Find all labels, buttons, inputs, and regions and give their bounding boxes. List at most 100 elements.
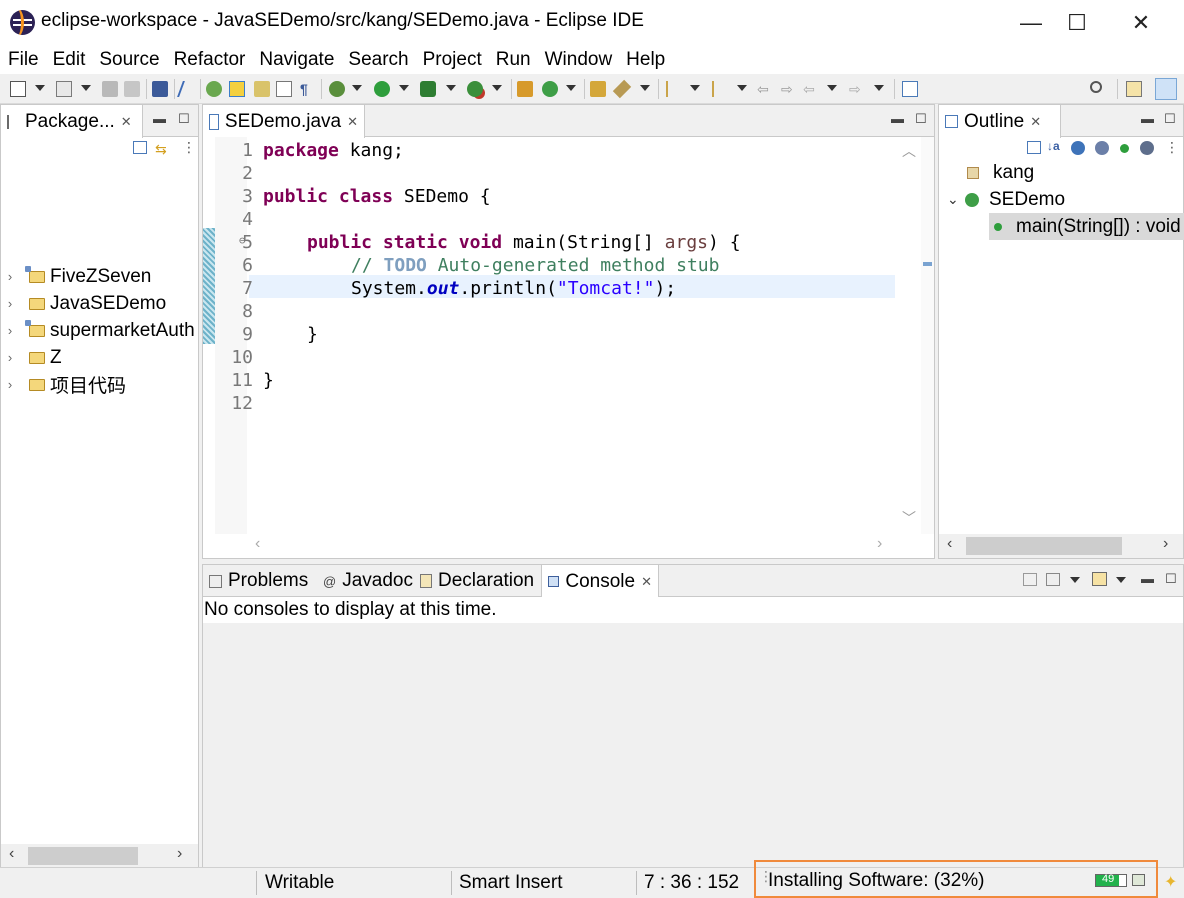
menu-run[interactable]: Run: [496, 49, 531, 71]
debug-dropdown-icon[interactable]: [352, 85, 362, 91]
new-java-package-icon[interactable]: [517, 81, 533, 97]
scroll-up-icon[interactable]: ︿: [902, 141, 916, 161]
progress-text[interactable]: Installing Software: (32%): [768, 870, 985, 892]
toggle-mark-occurrences-icon[interactable]: [229, 81, 245, 97]
hide-local-types-icon[interactable]: [1140, 141, 1154, 155]
menu-help[interactable]: Help: [626, 49, 665, 71]
external-tools-icon[interactable]: [467, 81, 483, 97]
hide-static-icon[interactable]: [1095, 141, 1109, 155]
menu-search[interactable]: Search: [348, 49, 408, 71]
search-torch-icon[interactable]: [612, 79, 632, 99]
run-icon[interactable]: [374, 81, 390, 97]
new-java-class-icon[interactable]: [542, 81, 558, 97]
maximize-view-icon[interactable]: ☐: [915, 111, 927, 127]
search-dropdown-icon[interactable]: [640, 85, 650, 91]
horizontal-scrollbar[interactable]: ‹ ›: [939, 534, 1183, 558]
collapse-all-icon[interactable]: [1027, 141, 1041, 154]
expand-chevron-icon[interactable]: ›: [1, 296, 19, 311]
menu-refactor[interactable]: Refactor: [174, 49, 246, 71]
forward-dropdown-icon[interactable]: [874, 85, 884, 91]
external-tools-dropdown-icon[interactable]: [492, 85, 502, 91]
tree-item-project[interactable]: › JavaSEDemo: [1, 290, 166, 317]
console-area[interactable]: [203, 623, 1183, 868]
scroll-right-icon[interactable]: ›: [877, 535, 882, 553]
minimize-view-icon[interactable]: ▬: [1141, 571, 1154, 586]
tab-package-explorer[interactable]: Package... ✕: [1, 105, 143, 138]
menu-source[interactable]: Source: [99, 49, 159, 71]
maximize-view-icon[interactable]: ☐: [1164, 111, 1176, 127]
menu-window[interactable]: Window: [545, 49, 613, 71]
java-perspective-icon[interactable]: [1155, 78, 1177, 100]
minimize-button[interactable]: —: [1008, 0, 1054, 45]
tree-item-project[interactable]: › 项目代码: [1, 371, 126, 398]
coverage-dropdown-icon[interactable]: [446, 85, 456, 91]
menu-edit[interactable]: Edit: [53, 49, 86, 71]
scroll-right-icon[interactable]: ›: [177, 845, 182, 863]
status-insert-mode[interactable]: Smart Insert: [459, 872, 562, 894]
new-file-icon[interactable]: [10, 81, 26, 97]
maximize-button[interactable]: ☐: [1054, 0, 1100, 45]
open-perspective-icon[interactable]: [1126, 81, 1142, 97]
scroll-left-icon[interactable]: ‹: [9, 845, 14, 863]
maximize-view-icon[interactable]: ☐: [178, 111, 190, 127]
menu-project[interactable]: Project: [423, 49, 482, 71]
terminal-icon[interactable]: [152, 81, 168, 97]
tree-item-project[interactable]: › supermarketAuth: [1, 317, 195, 344]
open-type-folder-icon[interactable]: [590, 81, 606, 97]
outline-method[interactable]: main(String[]) : void: [989, 213, 1184, 240]
run-dropdown-icon[interactable]: [399, 85, 409, 91]
expand-chevron-icon[interactable]: ›: [1, 323, 19, 338]
tab-sedemo-java[interactable]: SEDemo.java ✕: [203, 105, 365, 138]
new-package-icon[interactable]: [56, 81, 72, 97]
open-console-icon[interactable]: [1023, 573, 1037, 586]
minimize-view-icon[interactable]: ▬: [891, 111, 904, 126]
tab-console[interactable]: Console ✕: [541, 565, 659, 598]
close-button[interactable]: ✕: [1118, 0, 1164, 45]
tree-item-project[interactable]: › FiveZSeven: [1, 263, 151, 290]
close-icon[interactable]: ✕: [1030, 114, 1041, 130]
scroll-left-icon[interactable]: ‹: [947, 535, 952, 553]
tab-problems[interactable]: Problems: [203, 565, 314, 597]
skip-breakpoints-icon[interactable]: [177, 81, 199, 97]
tab-declaration[interactable]: Declaration: [414, 565, 540, 597]
outline-package[interactable]: kang: [967, 159, 1034, 186]
new-dropdown-icon[interactable]: [35, 85, 45, 91]
display-console-dropdown-icon[interactable]: [1070, 577, 1080, 583]
new-console-dropdown-icon[interactable]: [1116, 577, 1126, 583]
minimize-view-icon[interactable]: ▬: [153, 111, 166, 126]
sort-icon[interactable]: ↓a: [1047, 139, 1060, 153]
scrollbar-thumb[interactable]: [28, 847, 138, 865]
next-annotation-icon[interactable]: [666, 81, 682, 97]
tree-item-project[interactable]: › Z: [1, 344, 62, 371]
tab-outline[interactable]: Outline ✕: [939, 105, 1061, 138]
save-icon[interactable]: [102, 81, 118, 97]
pin-editor-icon[interactable]: [902, 81, 918, 97]
display-console-icon[interactable]: [1046, 573, 1060, 586]
expand-chevron-icon[interactable]: ›: [1, 269, 19, 284]
outline-class[interactable]: ⌄ SEDemo: [947, 186, 1065, 213]
close-icon[interactable]: ✕: [641, 574, 652, 590]
progress-view-icon[interactable]: [1132, 874, 1145, 886]
coverage-icon[interactable]: [420, 81, 436, 97]
search-icon[interactable]: [1090, 81, 1102, 93]
ruler-marker[interactable]: [923, 262, 932, 266]
back-dropdown-icon[interactable]: [827, 85, 837, 91]
close-icon[interactable]: ✕: [121, 114, 132, 130]
new-console-icon[interactable]: [1092, 572, 1107, 586]
debug-icon[interactable]: [329, 81, 345, 97]
close-icon[interactable]: ✕: [347, 114, 358, 130]
tab-javadoc[interactable]: @ Javadoc: [317, 565, 419, 597]
expand-chevron-icon[interactable]: ›: [1, 350, 19, 365]
minimize-view-icon[interactable]: ▬: [1141, 111, 1154, 126]
previous-annotation-icon[interactable]: [712, 81, 728, 97]
next-annotation-dropdown-icon[interactable]: [690, 85, 700, 91]
expand-chevron-icon[interactable]: ›: [1, 377, 19, 392]
forward-icon[interactable]: ⇨: [849, 81, 865, 97]
maximize-view-icon[interactable]: ☐: [1165, 571, 1177, 587]
previous-annotation-dropdown-icon[interactable]: [737, 85, 747, 91]
back-icon[interactable]: ⇦: [803, 81, 819, 97]
new-package-dropdown-icon[interactable]: [81, 85, 91, 91]
show-whitespace-icon[interactable]: ¶: [300, 81, 316, 97]
scrollbar-thumb[interactable]: [966, 537, 1122, 555]
hide-nonpublic-icon[interactable]: [1120, 144, 1129, 153]
